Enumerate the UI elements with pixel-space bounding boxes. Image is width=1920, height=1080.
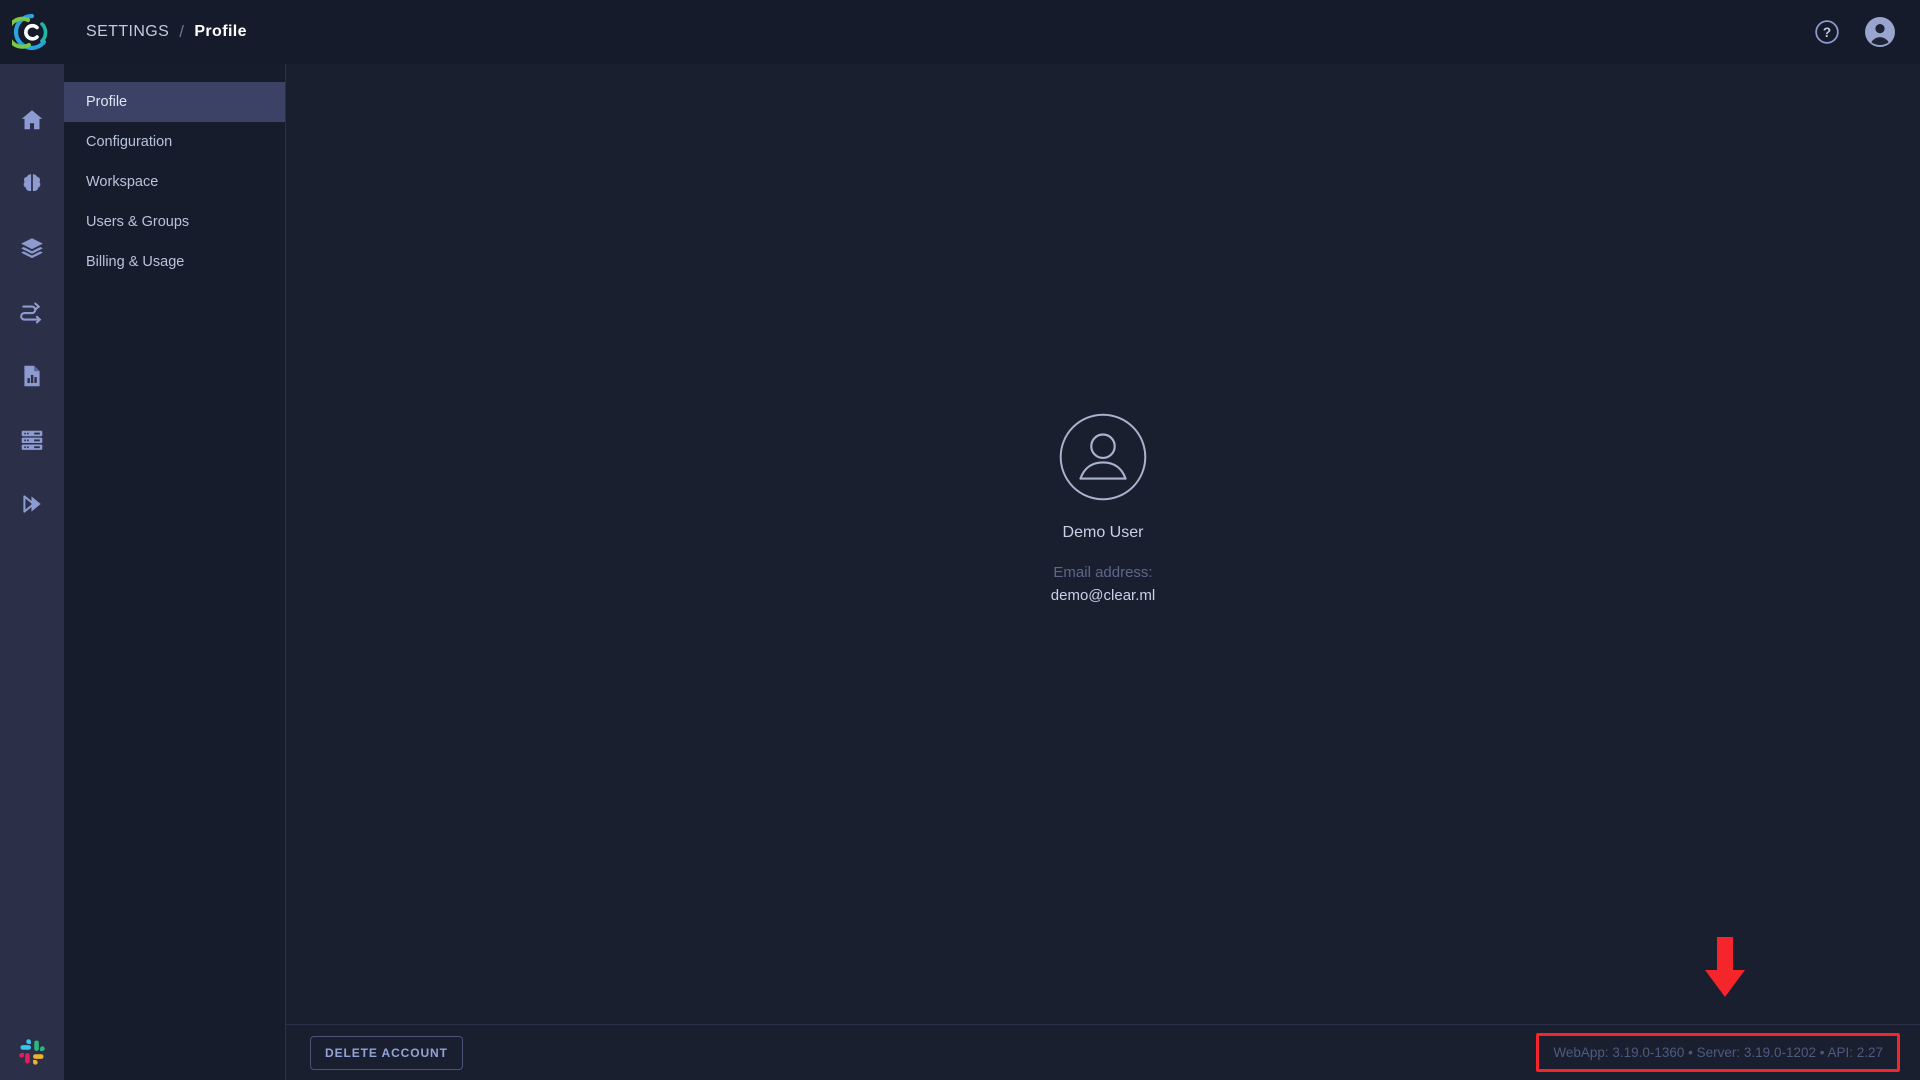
question-circle-icon: ? <box>1815 20 1839 44</box>
rail-item-datasets[interactable] <box>0 216 64 280</box>
profile-content: Demo User Email address: demo@clear.ml <box>286 64 1920 1024</box>
sidebar-item-label: Billing & Usage <box>86 254 185 270</box>
sidebar-item-label: Users & Groups <box>86 214 190 230</box>
svg-text:?: ? <box>1823 25 1831 40</box>
app-root: SETTINGS / Profile ? Profile Configurati… <box>0 0 1920 1080</box>
version-info: WebApp: 3.19.0-1360 • Server: 3.19.0-120… <box>1536 1033 1900 1072</box>
user-avatar-icon <box>1865 17 1895 47</box>
rail-item-pipelines[interactable] <box>0 280 64 344</box>
help-button[interactable]: ? <box>1814 19 1840 45</box>
top-bar-actions: ? <box>1814 16 1896 48</box>
pipeline-icon <box>20 302 42 324</box>
email-label: Email address: <box>1053 564 1153 581</box>
content-area: Profile Configuration Workspace Users & … <box>64 64 1920 1080</box>
footer-bar: DELETE ACCOUNT WebApp: 3.19.0-1360 • Ser… <box>286 1024 1920 1080</box>
top-bar: SETTINGS / Profile ? <box>64 0 1920 64</box>
brain-icon <box>23 174 41 192</box>
settings-sidebar: Profile Configuration Workspace Users & … <box>64 64 286 1080</box>
sidebar-item-billing-usage[interactable]: Billing & Usage <box>64 242 285 282</box>
sidebar-item-label: Profile <box>86 94 128 110</box>
main-panel: Demo User Email address: demo@clear.ml D… <box>286 64 1920 1080</box>
rail-item-list <box>0 88 64 536</box>
user-avatar-outline-icon <box>1059 413 1147 501</box>
sidebar-item-configuration[interactable]: Configuration <box>64 122 285 162</box>
rail-item-experiments[interactable] <box>0 152 64 216</box>
rail-item-applications[interactable] <box>0 472 64 536</box>
double-chevron-icon <box>23 495 41 513</box>
slack-icon <box>19 1039 45 1065</box>
breadcrumb-current: Profile <box>194 23 247 40</box>
breadcrumb-separator: / <box>179 22 185 41</box>
account-button[interactable] <box>1864 16 1896 48</box>
delete-account-button[interactable]: DELETE ACCOUNT <box>310 1035 463 1070</box>
breadcrumb-root[interactable]: SETTINGS <box>86 23 169 41</box>
profile-card: Demo User Email address: demo@clear.ml <box>1051 412 1155 604</box>
sidebar-item-profile[interactable]: Profile <box>64 82 285 122</box>
navigation-rail <box>0 0 64 1080</box>
rail-item-slack[interactable] <box>0 1038 64 1066</box>
rail-item-reports[interactable] <box>0 344 64 408</box>
rail-item-resources[interactable] <box>0 408 64 472</box>
sidebar-item-workspace[interactable]: Workspace <box>64 162 285 202</box>
body-column: SETTINGS / Profile ? Profile Configurati… <box>64 0 1920 1080</box>
layers-icon <box>21 238 43 259</box>
breadcrumb: SETTINGS / Profile <box>86 22 247 42</box>
email-value: demo@clear.ml <box>1050 587 1156 604</box>
report-icon <box>24 365 40 387</box>
clearml-logo-icon <box>12 13 48 51</box>
sidebar-item-label: Workspace <box>86 174 159 190</box>
clearml-logo[interactable] <box>0 0 64 64</box>
server-icon <box>21 430 43 450</box>
home-icon <box>21 110 43 130</box>
sidebar-item-label: Configuration <box>86 134 173 150</box>
sidebar-item-users-groups[interactable]: Users & Groups <box>64 202 285 242</box>
user-name: Demo User <box>1062 524 1144 541</box>
rail-item-home[interactable] <box>0 88 64 152</box>
